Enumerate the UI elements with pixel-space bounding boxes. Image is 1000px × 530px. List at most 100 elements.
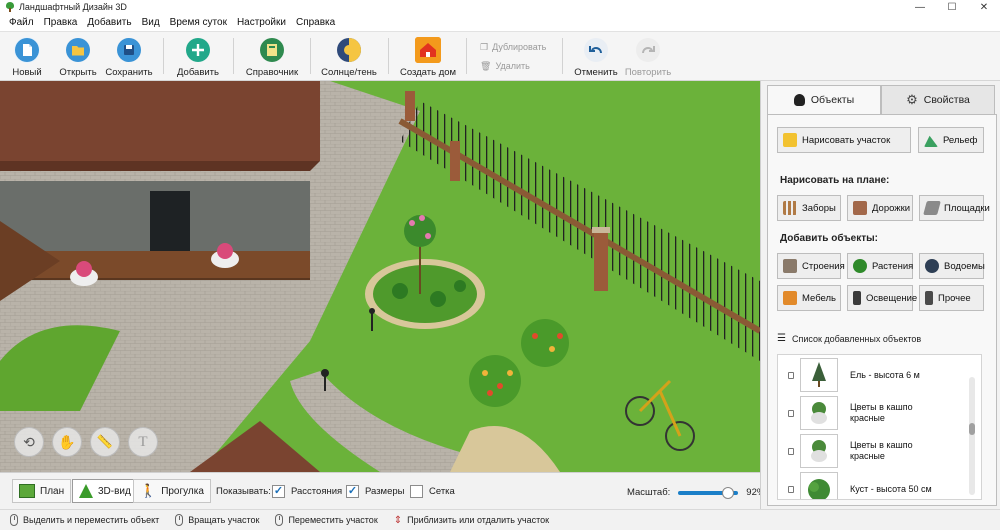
add-button[interactable]: Добавить (175, 32, 221, 80)
text-tool[interactable]: T (128, 427, 158, 457)
maximize-button[interactable]: ☐ (936, 0, 968, 14)
duplicate-icon: ❐ (480, 41, 489, 52)
fences-button[interactable]: Заборы (777, 195, 841, 221)
plant-icon (853, 259, 867, 273)
undo-icon (583, 37, 609, 63)
walk-view-button[interactable]: 🚶 Прогулка (133, 479, 211, 503)
list-item[interactable]: Цветы в кашпо красные (778, 433, 968, 469)
distances-checkbox[interactable]: ✓ Расстояния (272, 485, 342, 498)
toolbar-separator (562, 38, 563, 74)
object-list[interactable]: Ель - высота 6 м Цветы в кашпо красные Ц… (777, 354, 982, 500)
main-toolbar: Новый Открыть Сохранить Добавить Справоч… (0, 32, 1000, 81)
status-move: Переместить участок (275, 514, 378, 526)
sizes-checkbox[interactable]: ✓ Размеры (346, 485, 404, 498)
mouse-left-icon (10, 514, 18, 526)
lighting-button[interactable]: Освещение (847, 285, 917, 311)
status-bar: Выделить и переместить объект Вращать уч… (0, 509, 1000, 530)
menu-bar: Файл Правка Добавить Вид Время суток Нас… (0, 14, 1000, 32)
zoom-slider[interactable] (678, 486, 739, 499)
house-icon (415, 37, 441, 63)
folder-icon (65, 37, 91, 63)
orbit-icon: ⟲ (23, 433, 35, 450)
flower-pot-thumbnail (800, 396, 838, 430)
draw-on-plan-heading: Нарисовать на плане: (780, 175, 890, 186)
list-scrollbar[interactable] (969, 377, 975, 495)
add-objects-heading: Добавить объекты: (780, 233, 878, 244)
3d-viewport[interactable] (0, 81, 760, 472)
check-icon: ✓ (272, 485, 285, 498)
toolbar-separator (163, 38, 164, 74)
lock-icon[interactable] (788, 485, 794, 493)
pencil-plot-icon (783, 133, 797, 147)
menu-add[interactable]: Добавить (82, 17, 136, 28)
furniture-icon (783, 291, 797, 305)
duplicate-button[interactable]: ❐ Дублировать (480, 40, 546, 54)
sun-shadow-button[interactable]: Солнце/тень (321, 32, 377, 80)
ponds-button[interactable]: Водоемы (919, 253, 985, 279)
floppy-disk-icon (116, 37, 142, 63)
tab-objects[interactable]: Объекты (767, 85, 881, 115)
fence-icon (783, 201, 797, 215)
zoom-slider-handle[interactable] (722, 486, 735, 499)
title-bar: Ландшафтный Дизайн 3D — ☐ ✕ (0, 0, 1000, 14)
buildings-button[interactable]: Строения (777, 253, 845, 279)
list-item[interactable]: Цветы в кашпо красные (778, 395, 968, 431)
3d-view-button[interactable]: 3D-вид (72, 479, 138, 503)
grid-checkbox[interactable]: Сетка (410, 485, 455, 498)
reference-button[interactable]: Справочник (245, 32, 299, 80)
status-rotate: Вращать участок (175, 514, 259, 526)
lock-icon[interactable] (788, 371, 794, 379)
other-button[interactable]: Прочее (919, 285, 984, 311)
unchecked-box (410, 485, 423, 498)
right-panel: Объекты ⚙ Свойства Нарисовать участок Ре… (760, 81, 1000, 509)
sun-shadow-icon (336, 37, 362, 63)
furniture-button[interactable]: Мебель (777, 285, 841, 311)
hand-icon: ✋ (58, 433, 76, 450)
lock-icon[interactable] (788, 409, 794, 417)
pond-icon (925, 259, 939, 273)
toolbar-separator (388, 38, 389, 74)
relief-button[interactable]: Рельеф (918, 127, 984, 153)
mouse-middle-icon (275, 514, 284, 526)
undo-button[interactable]: Отменить (574, 32, 618, 80)
redo-icon (635, 37, 661, 63)
menu-edit[interactable]: Правка (39, 17, 83, 28)
menu-help[interactable]: Справка (291, 17, 340, 28)
create-house-button[interactable]: Создать дом (400, 32, 456, 80)
ruler-icon: 📏 (96, 434, 114, 449)
rotate-view-tool[interactable]: ⟲ (14, 427, 44, 457)
draw-plot-button[interactable]: Нарисовать участок (777, 127, 911, 153)
bush-thumbnail (800, 472, 838, 499)
window-title: Ландшафтный Дизайн 3D (19, 2, 127, 12)
book-icon (259, 37, 285, 63)
close-button[interactable]: ✕ (968, 0, 1000, 14)
menu-time-of-day[interactable]: Время суток (165, 17, 232, 28)
plan-view-button[interactable]: План (12, 479, 72, 503)
pan-tool[interactable]: ✋ (52, 427, 82, 457)
list-item[interactable]: Ель - высота 6 м (778, 357, 968, 393)
save-button[interactable]: Сохранить (105, 32, 153, 80)
plan-icon (19, 484, 35, 498)
lock-icon[interactable] (788, 447, 794, 455)
paths-button[interactable]: Дорожки (847, 195, 913, 221)
spruce-thumbnail (800, 358, 838, 392)
tree-3d-icon (79, 484, 93, 498)
list-item[interactable]: Куст - высота 50 см (778, 471, 968, 499)
menu-view[interactable]: Вид (137, 17, 165, 28)
open-button[interactable]: Открыть (58, 32, 98, 80)
plants-button[interactable]: Растения (847, 253, 913, 279)
toolbar-separator (310, 38, 311, 74)
measure-tool[interactable]: 📏 (90, 427, 120, 457)
object-list-header: ☰ Список добавленных объектов (777, 333, 922, 344)
redo-button[interactable]: Повторить (624, 32, 672, 80)
delete-button[interactable]: 🗑 Удалить (480, 59, 530, 73)
platforms-button[interactable]: Площадки (919, 195, 990, 221)
minimize-button[interactable]: — (904, 0, 936, 14)
new-button[interactable]: Новый (8, 32, 46, 80)
menu-settings[interactable]: Настройки (232, 17, 291, 28)
menu-file[interactable]: Файл (4, 17, 39, 28)
tab-properties[interactable]: ⚙ Свойства (881, 85, 995, 115)
scrollbar-thumb[interactable] (969, 423, 975, 435)
app-tree-icon (5, 2, 15, 12)
garden-scene (0, 81, 760, 472)
